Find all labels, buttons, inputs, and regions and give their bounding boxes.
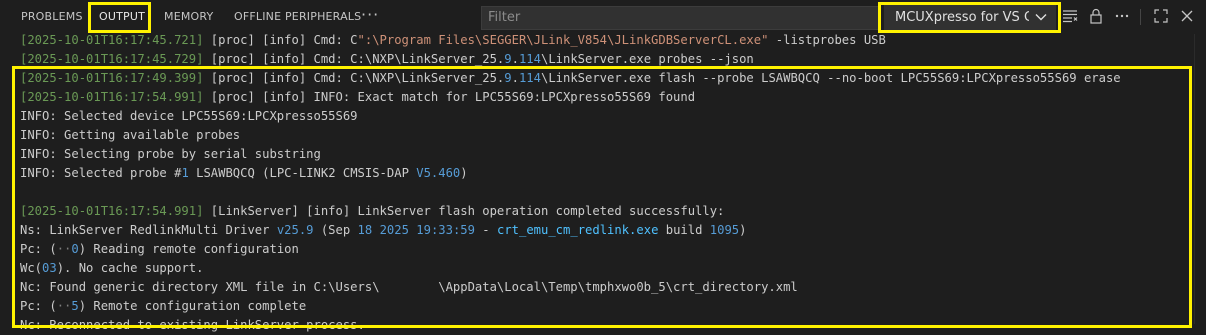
log-line: [2025-10-01T16:17:54.991] [LinkServer] [… <box>20 204 725 218</box>
log-line: Nc: Reconnected to existing LinkServer p… <box>20 318 365 332</box>
close-icon[interactable] <box>1179 8 1195 24</box>
output-log: [2025-10-01T16:17:45.721] [proc] [info] … <box>0 33 1206 332</box>
toolbar-divider <box>1140 9 1141 25</box>
output-channel-select[interactable]: MCUXpresso for VS Code <box>884 5 1056 30</box>
log-line: [2025-10-01T16:17:45.729] [proc] [info] … <box>20 52 754 66</box>
log-line: INFO: Selected device LPC55S69:LPCXpress… <box>20 109 358 123</box>
log-line: INFO: Getting available probes <box>20 128 241 142</box>
log-line: Nc: Found generic directory XML file in … <box>20 280 798 294</box>
chevron-down-icon <box>1035 14 1047 21</box>
more-tabs-icon[interactable]: ··· <box>361 0 379 33</box>
filter-placeholder: Filter <box>488 10 521 25</box>
tab-memory[interactable]: MEMORY <box>164 0 213 33</box>
log-line: Ns: LinkServer RedlinkMulti Driver v25.9… <box>20 223 747 237</box>
log-line: INFO: Selecting probe by serial substrin… <box>20 147 321 161</box>
scrollbar-track[interactable] <box>1194 34 1195 324</box>
log-line: Pc: (··5) Remote configuration complete <box>20 299 307 313</box>
more-actions-icon[interactable] <box>1114 8 1130 24</box>
log-line: INFO: Selected probe #1 LSAWBQCQ (LPC-LI… <box>20 166 468 180</box>
log-line: Pc: (··0) Reading remote configuration <box>20 242 299 256</box>
maximize-icon[interactable] <box>1153 8 1169 24</box>
tab-output-label: OUTPUT <box>99 10 146 23</box>
panel-tab-bar: PROBLEMS OUTPUT MEMORY OFFLINE PERIPHERA… <box>0 0 1206 34</box>
log-line: [2025-10-01T16:17:54.991] [proc] [info] … <box>20 90 696 104</box>
lock-icon[interactable] <box>1088 8 1104 24</box>
output-channel-label: MCUXpresso for VS Code <box>895 10 1029 25</box>
log-line: Wc(03). No cache support. <box>20 261 204 275</box>
tab-problems[interactable]: PROBLEMS <box>21 0 83 33</box>
filter-input[interactable]: Filter <box>481 6 879 30</box>
log-line: [2025-10-01T16:17:45.721] [proc] [info] … <box>20 33 886 47</box>
log-line: [2025-10-01T16:17:49.399] [proc] [info] … <box>20 71 1121 85</box>
tab-output[interactable]: OUTPUT <box>99 0 146 33</box>
list-filter-icon[interactable] <box>1062 8 1078 24</box>
tab-offline-peripherals[interactable]: OFFLINE PERIPHERALS <box>234 0 361 33</box>
